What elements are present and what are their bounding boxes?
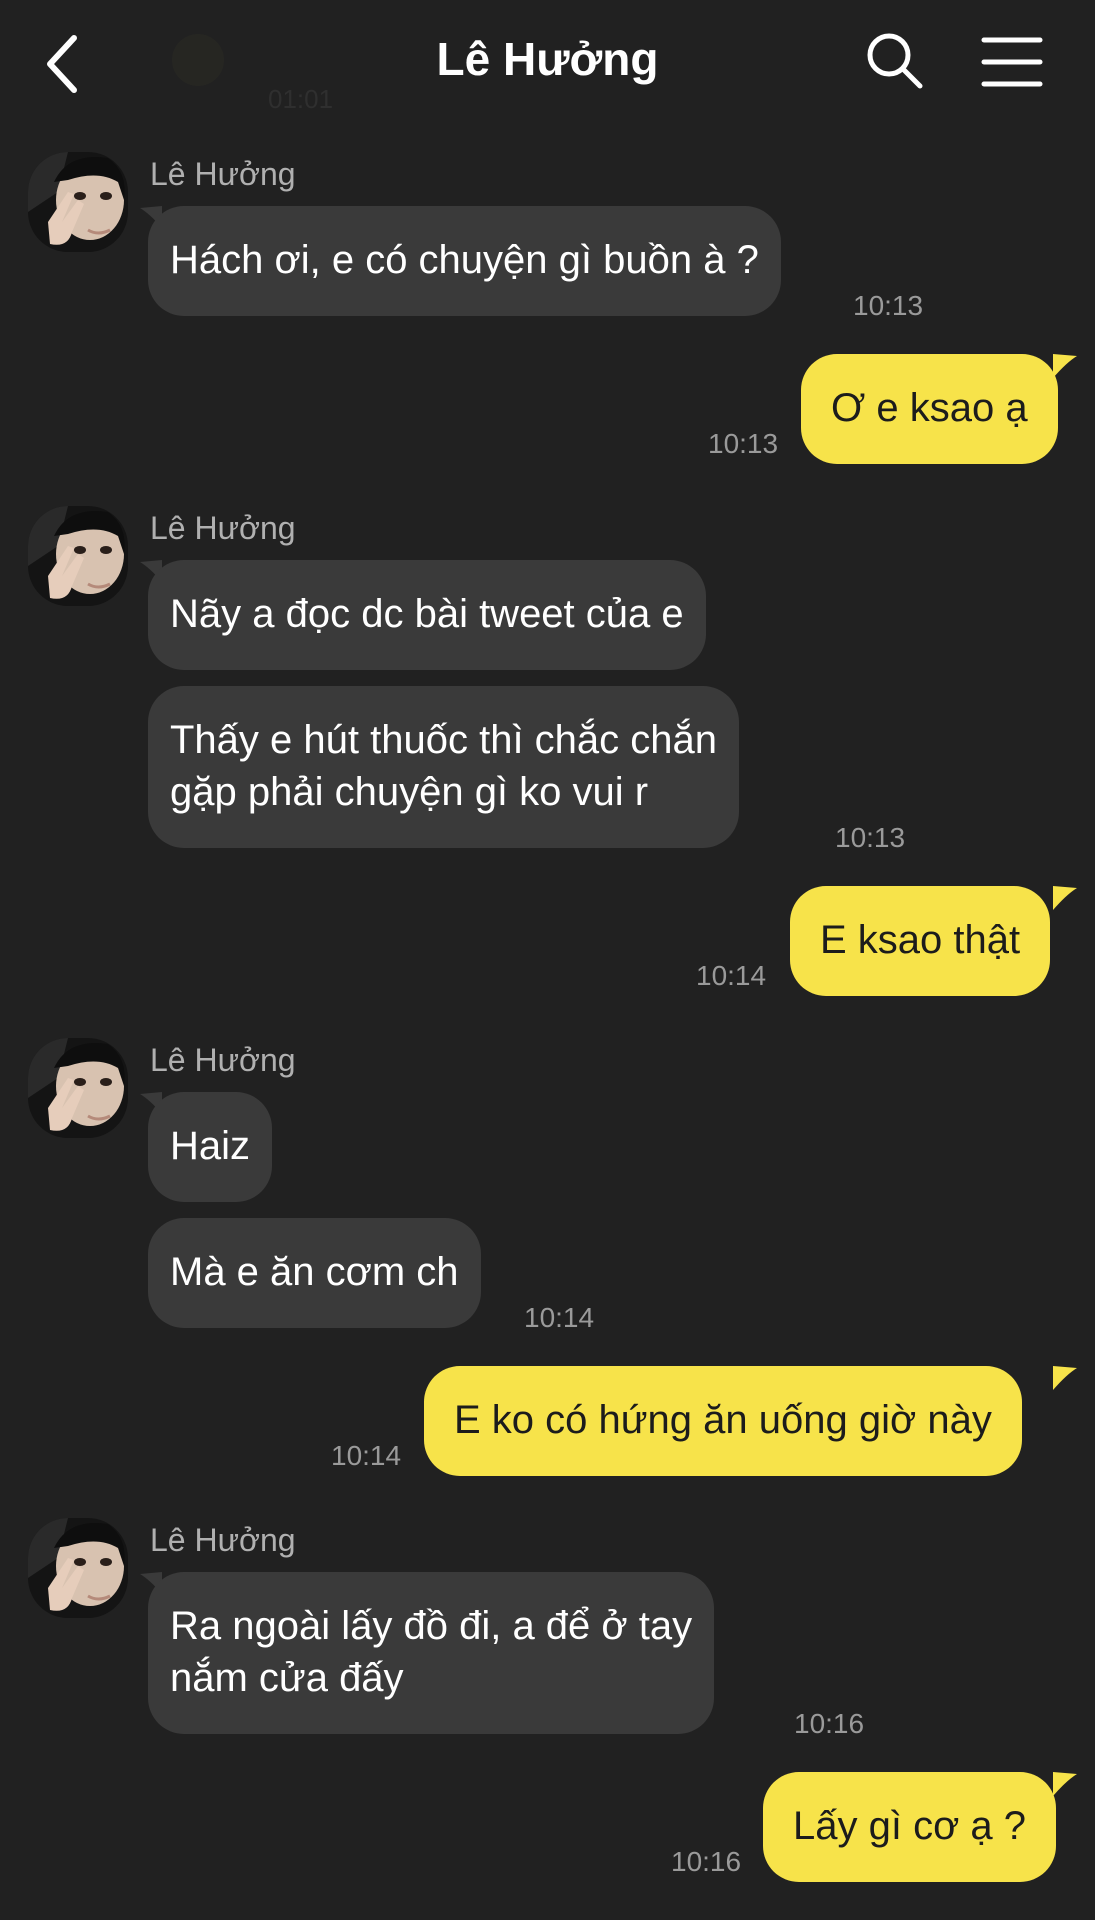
- incoming-message-bubble[interactable]: Ra ngoài lấy đồ đi, a để ở tay nắm cửa đ…: [148, 1572, 715, 1734]
- message-line: Thấy e hút thuốc thì chắc chắn: [170, 718, 718, 762]
- incoming-message-bubble[interactable]: Mà e ăn cơm ch: [148, 1218, 481, 1328]
- chevron-left-icon: [47, 35, 77, 93]
- incoming-message-bubble[interactable]: Nãy a đọc dc bài tweet của e: [148, 560, 706, 670]
- message-line: Ra ngoài lấy đồ đi, a để ở tay: [170, 1604, 693, 1648]
- avatar-image: [28, 1518, 128, 1618]
- chat-header: 01:01 Lê Hưởng: [0, 0, 1095, 128]
- scrolled-message-avatar: [172, 34, 224, 86]
- sender-name: Lê Hưởng: [150, 156, 296, 192]
- message-timestamp: 10:14: [524, 1302, 595, 1333]
- search-icon: [867, 33, 923, 89]
- message-timestamp: 10:13: [708, 428, 779, 459]
- message-timestamp: 10:16: [794, 1708, 865, 1739]
- bubble-tail: [1053, 1366, 1077, 1390]
- chat-title: Lê Hưởng: [436, 33, 659, 85]
- incoming-message-bubble[interactable]: Thấy e hút thuốc thì chắc chắn gặp phải …: [148, 686, 740, 848]
- message-timestamp: 10:16: [671, 1846, 742, 1877]
- back-button[interactable]: [40, 28, 96, 100]
- outgoing-message-bubble[interactable]: Lấy gì cơ ạ ?: [763, 1772, 1057, 1882]
- avatar[interactable]: [28, 1038, 128, 1138]
- incoming-message-bubble[interactable]: Hách ơi, e có chuyện gì buồn à ?: [148, 206, 781, 316]
- menu-button[interactable]: [980, 34, 1044, 90]
- message-timestamp: 10:14: [331, 1440, 402, 1471]
- avatar[interactable]: [28, 506, 128, 606]
- message-line: gặp phải chuyện gì ko vui r: [170, 770, 649, 814]
- avatar[interactable]: [28, 152, 128, 252]
- avatar-image: [28, 1038, 128, 1138]
- bubble-tail: [1053, 1772, 1077, 1796]
- message-timestamp: 10:13: [835, 822, 906, 853]
- message-line: nắm cửa đấy: [170, 1656, 404, 1700]
- outgoing-message-bubble[interactable]: Ơ e ksao ạ: [801, 354, 1058, 464]
- bubble-tail: [1053, 354, 1077, 378]
- avatar[interactable]: [28, 1518, 128, 1618]
- sender-name: Lê Hưởng: [150, 1522, 296, 1558]
- outgoing-message-bubble[interactable]: E ksao thật: [790, 886, 1051, 996]
- incoming-message-bubble[interactable]: Haiz: [148, 1092, 273, 1202]
- scrolled-message-time: 01:01: [268, 84, 334, 114]
- search-button[interactable]: [864, 30, 926, 92]
- avatar-image: [28, 152, 128, 252]
- bubble-tail: [1053, 886, 1077, 910]
- outgoing-message-bubble[interactable]: E ko có hứng ăn uống giờ này: [424, 1366, 1022, 1476]
- sender-name: Lê Hưởng: [150, 1042, 296, 1078]
- message-timestamp: 10:14: [696, 960, 767, 991]
- sender-name: Lê Hưởng: [150, 510, 296, 546]
- avatar-image: [28, 506, 128, 606]
- message-timestamp: 10:13: [853, 290, 924, 321]
- hamburger-menu-icon: [981, 37, 1043, 87]
